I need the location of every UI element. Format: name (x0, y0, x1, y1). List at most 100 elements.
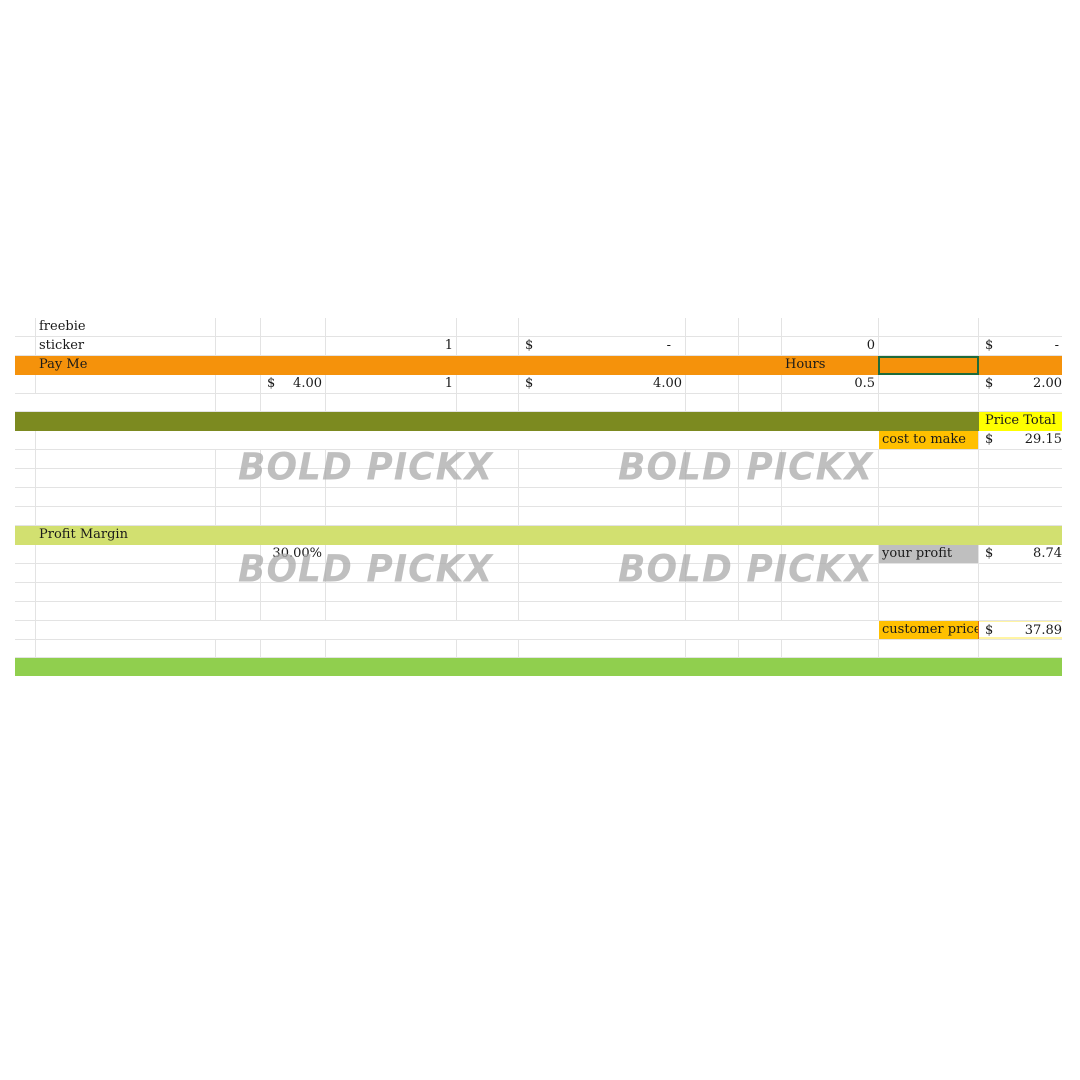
cell[interactable] (979, 488, 1062, 506)
cell[interactable] (36, 469, 216, 487)
cell[interactable] (457, 545, 519, 563)
cell[interactable] (15, 375, 36, 393)
cell[interactable] (36, 431, 879, 449)
cell[interactable] (261, 488, 326, 506)
cell[interactable] (326, 318, 457, 336)
cell[interactable] (979, 507, 1062, 525)
hours-cell[interactable]: 0.5 (782, 375, 879, 393)
cell[interactable] (686, 602, 739, 620)
item-name-cell[interactable]: sticker (36, 337, 216, 355)
cell[interactable] (686, 394, 739, 411)
cell[interactable] (782, 583, 879, 601)
cell[interactable] (36, 375, 216, 393)
total-cell[interactable]: $ - (979, 337, 1062, 355)
cell[interactable] (979, 318, 1062, 336)
cell[interactable] (686, 545, 739, 563)
cost-cell[interactable]: $ - (519, 337, 686, 355)
cell[interactable] (261, 602, 326, 620)
cell[interactable] (686, 469, 739, 487)
cell[interactable] (216, 318, 261, 336)
cell[interactable] (15, 507, 36, 525)
cell[interactable] (979, 602, 1062, 620)
cell[interactable] (519, 545, 686, 563)
cell[interactable] (739, 318, 782, 336)
cell[interactable] (457, 583, 519, 601)
cell[interactable] (686, 450, 739, 468)
cell[interactable] (739, 583, 782, 601)
cell[interactable] (326, 394, 457, 411)
cell[interactable] (782, 602, 879, 620)
cell[interactable] (782, 564, 879, 582)
cell[interactable] (457, 602, 519, 620)
cell[interactable] (36, 488, 216, 506)
cell[interactable] (686, 318, 739, 336)
customer-price-value-cell[interactable]: $37.89 (979, 621, 1062, 639)
cost-to-make-label-cell[interactable]: cost to make (879, 431, 979, 449)
cell[interactable] (519, 507, 686, 525)
cell[interactable] (457, 469, 519, 487)
cell[interactable] (739, 394, 782, 411)
cell[interactable] (36, 602, 216, 620)
cell[interactable] (36, 583, 216, 601)
cell[interactable] (519, 488, 686, 506)
cell[interactable] (519, 394, 686, 411)
cell[interactable] (216, 507, 261, 525)
cell[interactable] (326, 640, 457, 657)
cell[interactable] (15, 564, 36, 582)
cell[interactable] (216, 564, 261, 582)
cell[interactable] (326, 545, 457, 563)
cell[interactable] (739, 469, 782, 487)
profit-margin-cell[interactable]: 30.00% (216, 545, 326, 563)
cost-to-make-value-cell[interactable]: $29.15 (979, 431, 1062, 449)
cell[interactable] (261, 394, 326, 411)
cell[interactable] (216, 469, 261, 487)
cell[interactable] (261, 337, 326, 355)
cell[interactable] (36, 564, 216, 582)
cell[interactable] (326, 450, 457, 468)
price-total-header-cell[interactable]: Price Total (979, 412, 1062, 431)
cell[interactable] (879, 564, 979, 582)
your-profit-value-cell[interactable]: $8.74 (979, 545, 1062, 563)
cell[interactable] (36, 450, 216, 468)
cell[interactable] (519, 469, 686, 487)
cell[interactable] (879, 375, 979, 393)
cell[interactable] (457, 564, 519, 582)
cell[interactable] (879, 450, 979, 468)
cell[interactable] (216, 375, 261, 393)
cell[interactable] (457, 507, 519, 525)
cell[interactable] (879, 583, 979, 601)
cell[interactable] (979, 469, 1062, 487)
rate-cell[interactable]: $4.00 (261, 375, 326, 393)
cell[interactable] (15, 469, 36, 487)
cell[interactable] (739, 545, 782, 563)
cell[interactable] (216, 394, 261, 411)
cell[interactable] (216, 337, 261, 355)
cell[interactable] (326, 564, 457, 582)
cell[interactable] (782, 507, 879, 525)
cell[interactable] (36, 621, 879, 639)
cell[interactable] (686, 375, 739, 393)
cell[interactable] (979, 450, 1062, 468)
cell[interactable] (782, 450, 879, 468)
cell[interactable] (979, 564, 1062, 582)
cell[interactable] (879, 640, 979, 657)
cell[interactable] (519, 564, 686, 582)
total-cell[interactable]: $2.00 (979, 375, 1062, 393)
cell[interactable] (686, 564, 739, 582)
selected-cell[interactable] (878, 356, 979, 375)
cell[interactable] (15, 450, 36, 468)
cell[interactable] (739, 488, 782, 506)
cell[interactable] (879, 394, 979, 411)
cell[interactable] (686, 583, 739, 601)
cell[interactable] (879, 507, 979, 525)
cell[interactable] (216, 640, 261, 657)
cost-cell[interactable]: $4.00 (519, 375, 686, 393)
cell[interactable] (686, 337, 739, 355)
hours-cell[interactable]: 0 (782, 337, 879, 355)
quantity-cell[interactable]: 1 (326, 337, 457, 355)
cell[interactable] (686, 488, 739, 506)
cell[interactable] (15, 488, 36, 506)
cell[interactable] (15, 394, 36, 411)
cell[interactable] (261, 507, 326, 525)
cell[interactable] (739, 564, 782, 582)
